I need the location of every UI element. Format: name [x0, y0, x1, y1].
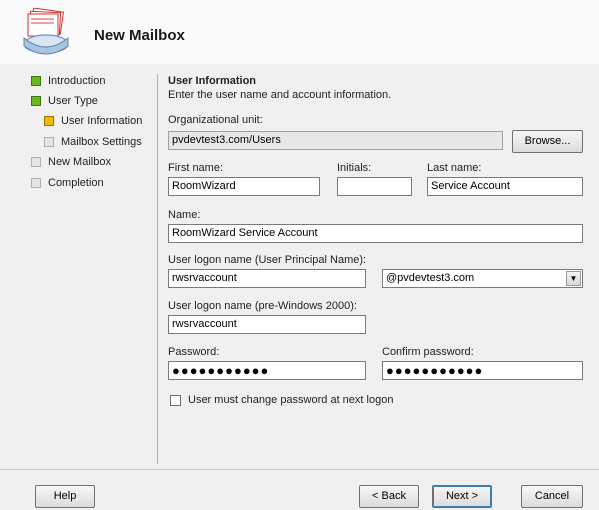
upn-domain-dropdown[interactable]: @pvdevtest3.com ▼	[382, 269, 583, 288]
password-label: Password:	[168, 346, 220, 358]
pending-step-icon	[31, 178, 41, 188]
mailbox-wizard-logo	[20, 7, 72, 58]
must-change-password-checkbox[interactable]	[170, 395, 181, 406]
next-button[interactable]: Next >	[432, 485, 492, 508]
section-description: Enter the user name and account informat…	[168, 89, 392, 101]
initials-input[interactable]	[337, 177, 412, 196]
back-button[interactable]: < Back	[359, 485, 419, 508]
step-label: Completion	[48, 177, 104, 189]
pre2000-label: User logon name (pre-Windows 2000):	[168, 300, 357, 312]
must-change-password-label: User must change password at next logon	[188, 394, 394, 406]
step-mailbox-settings[interactable]: Mailbox Settings	[44, 136, 142, 148]
org-unit-field[interactable]: pvdevtest3.com/Users	[168, 131, 503, 150]
confirm-password-input[interactable]: ●●●●●●●●●●●	[382, 361, 583, 380]
help-button[interactable]: Help	[35, 485, 95, 508]
step-new-mailbox[interactable]: New Mailbox	[31, 156, 111, 168]
password-input[interactable]: ●●●●●●●●●●●	[168, 361, 366, 380]
name-input[interactable]: RoomWizard Service Account	[168, 224, 583, 243]
cancel-button[interactable]: Cancel	[521, 485, 583, 508]
step-label: New Mailbox	[48, 156, 111, 168]
step-label: User Type	[48, 95, 98, 107]
step-user-type[interactable]: User Type	[31, 95, 98, 107]
first-name-input[interactable]: RoomWizard	[168, 177, 320, 196]
step-label: User Information	[61, 115, 143, 127]
wizard-steps-sidebar: Introduction User Type User Information …	[0, 64, 157, 464]
chevron-down-icon[interactable]: ▼	[566, 271, 581, 286]
step-label: Introduction	[48, 75, 106, 87]
upn-label: User logon name (User Principal Name):	[168, 254, 367, 266]
first-name-label: First name:	[168, 162, 224, 174]
sidebar-divider	[157, 74, 158, 464]
upn-domain-value: @pvdevtest3.com	[386, 272, 475, 284]
pre2000-input[interactable]: rwsrvaccount	[168, 315, 366, 334]
org-unit-label: Organizational unit:	[168, 114, 263, 126]
current-step-icon	[44, 116, 54, 126]
step-label: Mailbox Settings	[61, 136, 142, 148]
step-introduction[interactable]: Introduction	[31, 75, 105, 87]
step-user-information[interactable]: User Information	[44, 115, 142, 127]
upn-input[interactable]: rwsrvaccount	[168, 269, 366, 288]
last-name-label: Last name:	[427, 162, 482, 174]
section-title: User Information	[168, 75, 257, 87]
step-completion[interactable]: Completion	[31, 177, 104, 189]
completed-step-icon	[31, 76, 41, 86]
completed-step-icon	[31, 96, 41, 106]
name-label: Name:	[168, 209, 201, 221]
wizard-header	[0, 0, 599, 64]
last-name-input[interactable]: Service Account	[427, 177, 583, 196]
browse-button[interactable]: Browse...	[512, 130, 583, 153]
pending-step-icon	[44, 137, 54, 147]
wizard-title: New Mailbox	[94, 27, 185, 44]
pending-step-icon	[31, 157, 41, 167]
confirm-password-label: Confirm password:	[382, 346, 474, 358]
footer-separator	[0, 469, 599, 470]
initials-label: Initials:	[337, 162, 372, 174]
